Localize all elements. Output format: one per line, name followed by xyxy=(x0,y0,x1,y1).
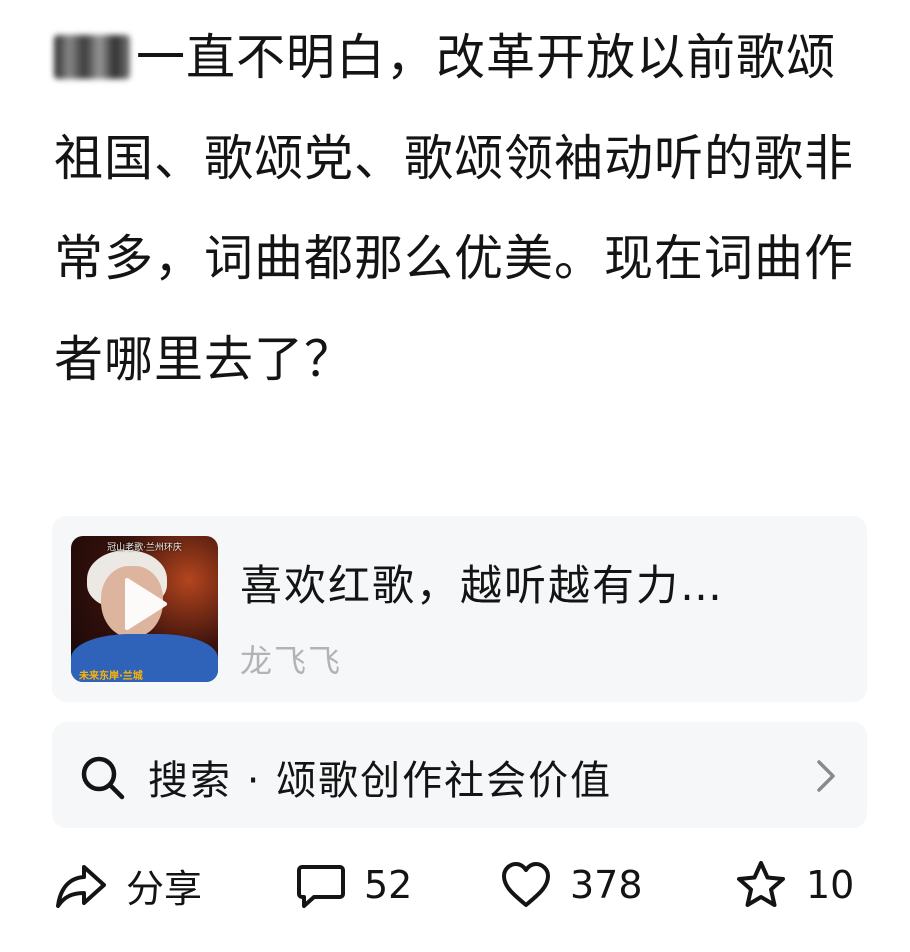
share-icon xyxy=(56,865,106,908)
thumbnail-bottom-text: 未来东岸·兰城 xyxy=(79,671,143,682)
video-card[interactable]: 冠山老歌·兰州环庆 未来东岸·兰城 喜欢红歌，越听越有力… 龙飞飞 xyxy=(52,516,867,702)
comment-button[interactable]: 52 xyxy=(296,850,412,920)
search-label[interactable]: 搜索 · 颂歌创作社会价值 xyxy=(148,748,612,806)
video-title[interactable]: 喜欢红歌，越听越有力… xyxy=(240,552,724,613)
post-body: 一直不明白，改革开放以前歌颂祖国、歌颂党、歌颂领袖动听的歌非常多，词曲都那么优美… xyxy=(54,29,855,388)
share-label: 分享 xyxy=(126,866,203,911)
search-icon xyxy=(81,756,125,800)
comment-count: 52 xyxy=(364,863,413,907)
thumbnail-caption: 冠山老歌·兰州环庆 xyxy=(107,543,182,553)
heart-icon xyxy=(502,862,550,907)
favorite-button[interactable]: 10 xyxy=(734,850,854,920)
comment-icon xyxy=(297,865,345,908)
video-author[interactable]: 龙飞飞 xyxy=(240,636,342,682)
like-count: 378 xyxy=(570,863,643,907)
star-icon xyxy=(737,861,785,907)
action-bar: 分享 52 378 10 xyxy=(0,850,910,920)
related-search-bar[interactable]: 搜索 · 颂歌创作社会价值 xyxy=(52,722,867,828)
play-icon[interactable] xyxy=(121,576,169,632)
masked-username xyxy=(54,35,130,79)
like-button[interactable]: 378 xyxy=(500,850,643,920)
favorite-count: 10 xyxy=(806,863,855,907)
video-thumbnail[interactable]: 冠山老歌·兰州环庆 未来东岸·兰城 xyxy=(71,536,218,682)
share-button[interactable]: 分享 xyxy=(54,850,202,920)
post-text: 一直不明白，改革开放以前歌颂祖国、歌颂党、歌颂领袖动听的歌非常多，词曲都那么优美… xyxy=(54,8,884,410)
chevron-right-icon xyxy=(817,760,835,792)
